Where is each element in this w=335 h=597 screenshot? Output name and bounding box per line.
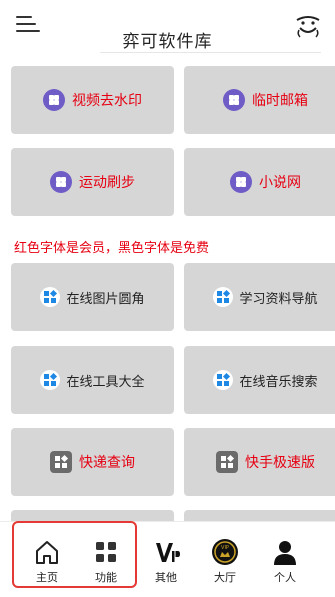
vip-icon: [156, 543, 180, 562]
card-label: 在线音乐搜索: [239, 374, 318, 390]
tab-label: 大厅: [214, 571, 236, 584]
purple-grid-circle-icon: [223, 89, 245, 111]
card-temp-email[interactable]: 临时邮箱: [184, 66, 335, 134]
card-label: 视频去水印: [72, 93, 142, 109]
tab-label: 主页: [36, 571, 58, 584]
tier-notice: 红色字体是会员，黑色字体是免费: [14, 241, 210, 256]
card-label: 快手极速版: [245, 455, 315, 471]
card-label: 小说网: [259, 175, 301, 191]
tab-home[interactable]: 主页: [15, 522, 79, 588]
face-icon[interactable]: [293, 10, 323, 40]
blue-app-grid-icon: [40, 287, 61, 307]
card-express-query[interactable]: 快递查询: [11, 428, 174, 496]
card-video-watermark[interactable]: 视频去水印: [11, 66, 174, 134]
card-image-round-corner[interactable]: 在线图片圆角: [11, 263, 174, 331]
tab-label: 其他: [155, 571, 177, 584]
card-music-search[interactable]: 在线音乐搜索: [184, 346, 335, 414]
gray-app-grid-icon: [216, 451, 238, 473]
purple-grid-circle-icon: [50, 171, 72, 193]
card-step-brush[interactable]: 运动刷步: [11, 148, 174, 216]
page-title: 弈可软件库: [122, 32, 213, 52]
card-online-tools[interactable]: 在线工具大全: [11, 346, 174, 414]
tab-label: 功能: [95, 571, 117, 584]
blue-app-grid-icon: [213, 370, 234, 390]
blue-app-grid-icon: [213, 287, 234, 307]
title-divider: [100, 52, 321, 53]
person-icon: [274, 541, 296, 565]
bottom-tab-bar: 主页 功能 其他 VIP 大厅 个人: [0, 521, 335, 597]
top-bar: 弈可软件库: [0, 0, 335, 53]
card-label: 学习资料导航: [239, 291, 318, 307]
purple-grid-circle-icon: [230, 171, 252, 193]
tab-profile[interactable]: 个人: [253, 522, 317, 588]
tab-lobby[interactable]: VIP 大厅: [193, 522, 257, 588]
card-label: 临时邮箱: [252, 93, 308, 109]
vip-badge-icon: VIP: [212, 539, 238, 565]
card-label: 在线图片圆角: [66, 291, 145, 307]
tab-other[interactable]: 其他: [134, 522, 198, 588]
blue-app-grid-icon: [40, 370, 61, 390]
purple-grid-circle-icon: [43, 89, 65, 111]
grid-icon: [96, 542, 116, 562]
svg-text:VIP: VIP: [221, 545, 229, 551]
tab-functions[interactable]: 功能: [74, 522, 138, 588]
home-icon: [36, 541, 58, 564]
card-label: 快递查询: [79, 455, 135, 471]
card-kuaishou-lite[interactable]: 快手极速版: [184, 428, 335, 496]
card-study-nav[interactable]: 学习资料导航: [184, 263, 335, 331]
tab-label: 个人: [274, 571, 296, 584]
card-novel-site[interactable]: 小说网: [184, 148, 335, 216]
gray-app-grid-icon: [50, 451, 72, 473]
card-label: 运动刷步: [79, 175, 135, 191]
card-label: 在线工具大全: [66, 374, 145, 390]
